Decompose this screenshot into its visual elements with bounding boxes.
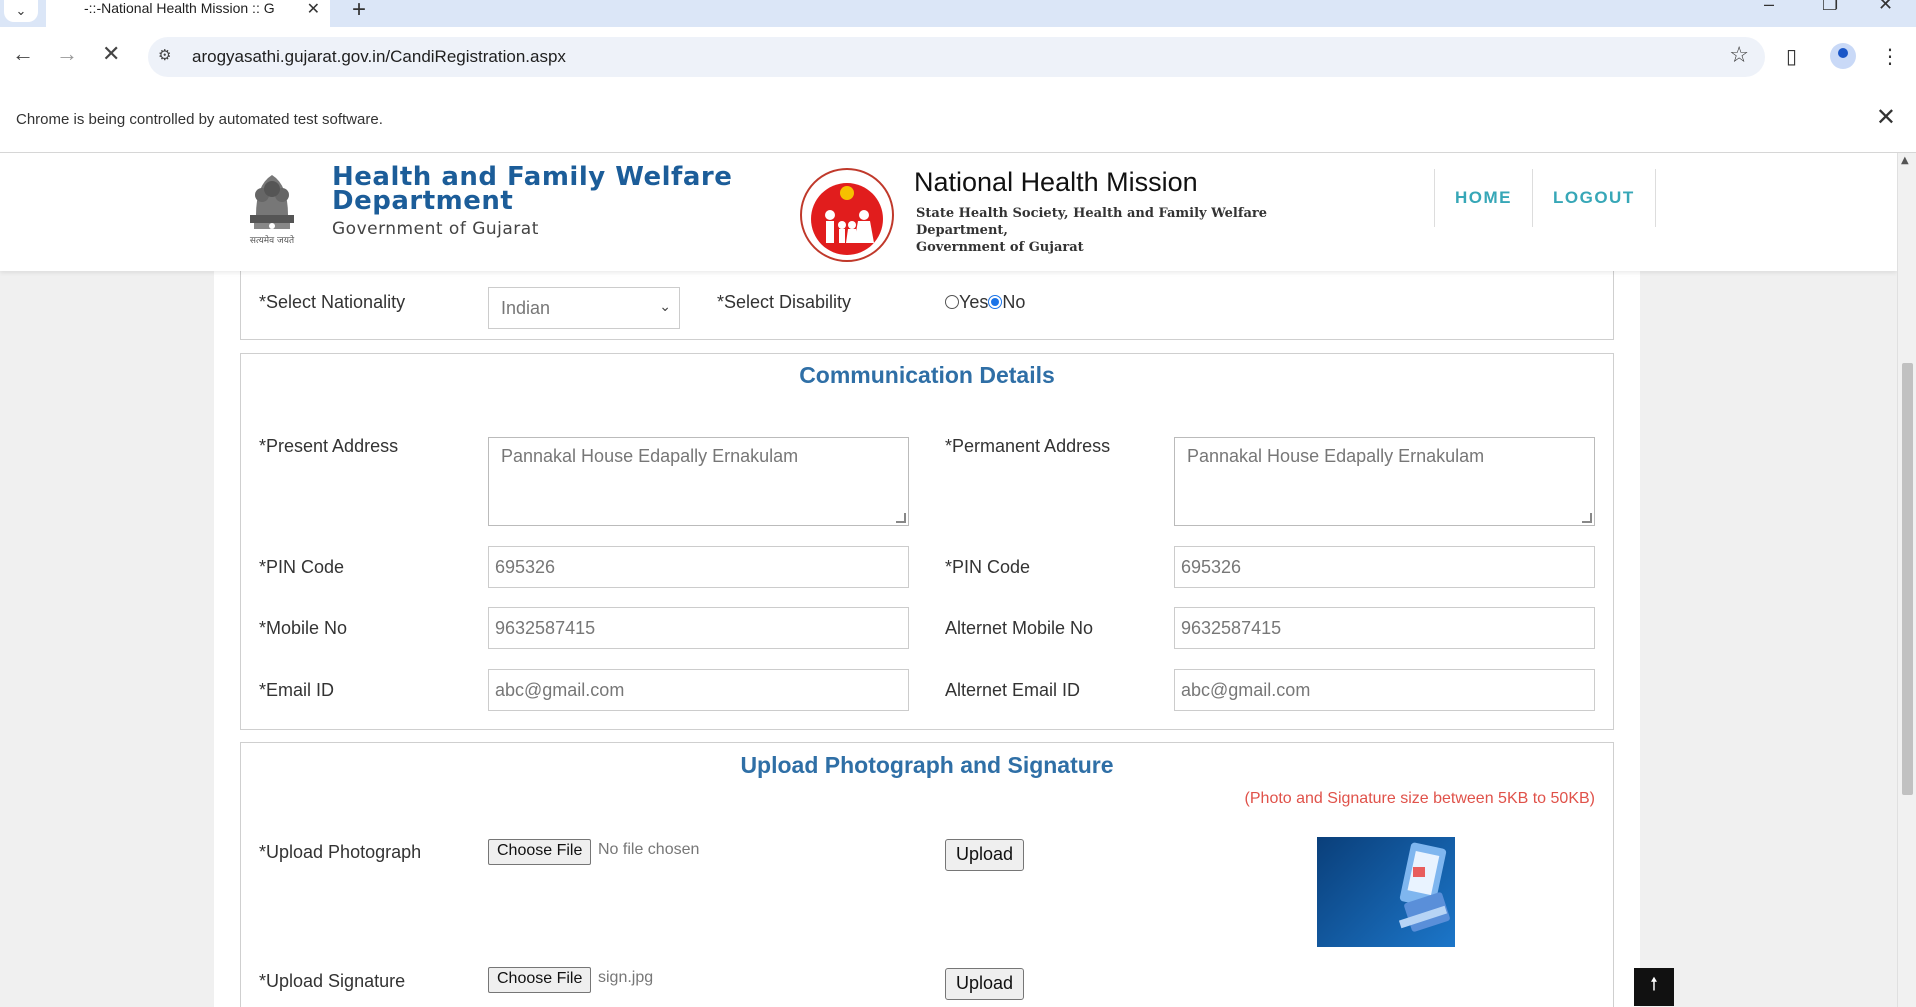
minimize-icon[interactable]: – (1764, 0, 1774, 15)
site-header: सत्यमेव जयते Health and Family Welfare D… (0, 153, 1897, 271)
browser-toolbar: ← → ✕ ⚙ arogyasathi.gujarat.gov.in/Candi… (0, 27, 1916, 87)
mobile-no-input[interactable]: 9632587415 (488, 607, 909, 649)
tab-search-chevron-icon[interactable]: ⌄ (4, 0, 38, 22)
disability-yes-label: Yes (959, 292, 989, 312)
form-container: *Select Nationality Indian ⌄ *Select Dis… (214, 251, 1640, 1007)
nationality-select-value: Indian (501, 298, 551, 318)
permanent-address-label: *Permanent Address (945, 436, 1111, 456)
profile-avatar-icon[interactable] (1830, 43, 1856, 69)
nhm-subtitle-line2: Government of Gujarat (916, 240, 1084, 255)
disability-radio-group: Yes No (945, 292, 1025, 313)
disability-no-label: No (1002, 292, 1026, 312)
nhm-subtitle: State Health Society, Health and Family … (916, 205, 1356, 256)
present-address-label: *Present Address (259, 436, 399, 456)
url-text[interactable]: arogyasathi.gujarat.gov.in/CandiRegistra… (192, 47, 566, 67)
tab-title: -::-National Health Mission :: G (84, 0, 275, 16)
photo-file-status: No file chosen (598, 841, 700, 858)
nav-home-link[interactable]: HOME (1435, 169, 1533, 227)
menu-kebab-icon[interactable]: ⋮ (1880, 44, 1900, 68)
emblem-caption: सत्यमेव जयते (249, 236, 295, 246)
alt-email-id-label: Alternet Email ID (945, 680, 1081, 700)
disability-label: *Select Disability (717, 292, 852, 312)
upload-signature-label: *Upload Signature (259, 971, 406, 991)
permanent-pin-code-input[interactable]: 695326 (1174, 546, 1595, 588)
automation-infobar: Chrome is being controlled by automated … (0, 87, 1916, 153)
nhm-title: National Health Mission (914, 167, 1198, 197)
alt-mobile-no-input[interactable]: 9632587415 (1174, 607, 1595, 649)
photo-upload-button[interactable]: Upload (945, 839, 1025, 871)
permanent-address-input[interactable]: Pannakal House Edapally Ernakulam (1174, 437, 1595, 526)
pin-code-input[interactable]: 695326 (488, 546, 909, 588)
nhm-subtitle-line1: State Health Society, Health and Family … (916, 206, 1267, 238)
page-scrollbar[interactable]: ▲ (1897, 153, 1916, 1007)
nhm-logo-icon (800, 168, 894, 262)
address-bar[interactable]: ⚙ arogyasathi.gujarat.gov.in/CandiRegist… (148, 37, 1765, 77)
communication-details-title: Communication Details (799, 362, 1055, 388)
signature-file-name: sign.jpg (598, 969, 654, 986)
photo-preview-image (1398, 842, 1450, 932)
dept-subtitle: Government of Gujarat (332, 219, 539, 239)
restore-icon[interactable]: ❐ (1822, 0, 1838, 15)
chevron-down-icon: ⌄ (659, 298, 671, 314)
mobile-no-label: *Mobile No (259, 618, 348, 638)
top-nav: HOME LOGOUT (1434, 169, 1656, 227)
permanent-pin-code-label: *PIN Code (945, 557, 1031, 577)
infobar-message: Chrome is being controlled by automated … (16, 111, 383, 128)
communication-details-panel: Communication Details *Present Address P… (240, 353, 1614, 730)
dept-title-line2: Department (332, 186, 514, 216)
nationality-label: *Select Nationality (259, 292, 406, 312)
nav-logout-link[interactable]: LOGOUT (1533, 169, 1656, 227)
active-tab[interactable]: -::-National Health Mission :: G ✕ (46, 0, 330, 27)
alt-mobile-no-label: Alternet Mobile No (945, 618, 1094, 638)
upload-title: Upload Photograph and Signature (740, 752, 1114, 778)
upload-photograph-label: *Upload Photograph (259, 842, 422, 862)
scroll-up-arrow-icon[interactable]: ▲ (1901, 155, 1909, 166)
window-close-icon[interactable]: ✕ (1878, 0, 1893, 15)
tab-strip: ⌄ -::-National Health Mission :: G ✕ + –… (0, 0, 1916, 27)
upload-panel: Upload Photograph and Signature (Photo a… (240, 742, 1614, 1007)
present-address-input[interactable]: Pannakal House Edapally Ernakulam (488, 437, 909, 526)
disability-no-radio[interactable] (988, 295, 1003, 309)
disability-yes-radio[interactable] (945, 295, 959, 309)
forward-arrow-icon[interactable]: → (56, 41, 78, 67)
alt-email-id-input[interactable]: abc@gmail.com (1174, 669, 1595, 711)
pin-code-label: *PIN Code (259, 557, 345, 577)
email-id-label: *Email ID (259, 680, 335, 700)
site-info-icon[interactable]: ⚙ (158, 46, 171, 64)
back-to-top-arrow-icon[interactable]: 🠕 (1634, 968, 1674, 1006)
back-arrow-icon[interactable]: ← (12, 41, 34, 67)
stop-loading-icon[interactable]: ✕ (102, 41, 120, 67)
infobar-close-icon[interactable]: ✕ (1876, 103, 1896, 131)
scrollbar-thumb[interactable] (1902, 363, 1913, 795)
side-panel-icon[interactable]: ▯ (1786, 44, 1797, 68)
nationality-select[interactable]: Indian ⌄ (488, 287, 680, 329)
photo-preview (1317, 837, 1455, 947)
photo-choose-file-button[interactable]: Choose File (488, 839, 592, 865)
new-tab-icon[interactable]: + (352, 0, 366, 24)
email-id-input[interactable]: abc@gmail.com (488, 669, 909, 711)
bookmark-star-icon[interactable]: ☆ (1729, 43, 1749, 68)
signature-upload-button[interactable]: Upload (945, 968, 1025, 1000)
signature-choose-file-button[interactable]: Choose File (488, 967, 592, 993)
page-viewport: सत्यमेव जयते Health and Family Welfare D… (0, 153, 1897, 1007)
size-note: (Photo and Signature size between 5KB to… (1244, 790, 1595, 807)
tab-close-icon[interactable]: ✕ (307, 0, 320, 18)
